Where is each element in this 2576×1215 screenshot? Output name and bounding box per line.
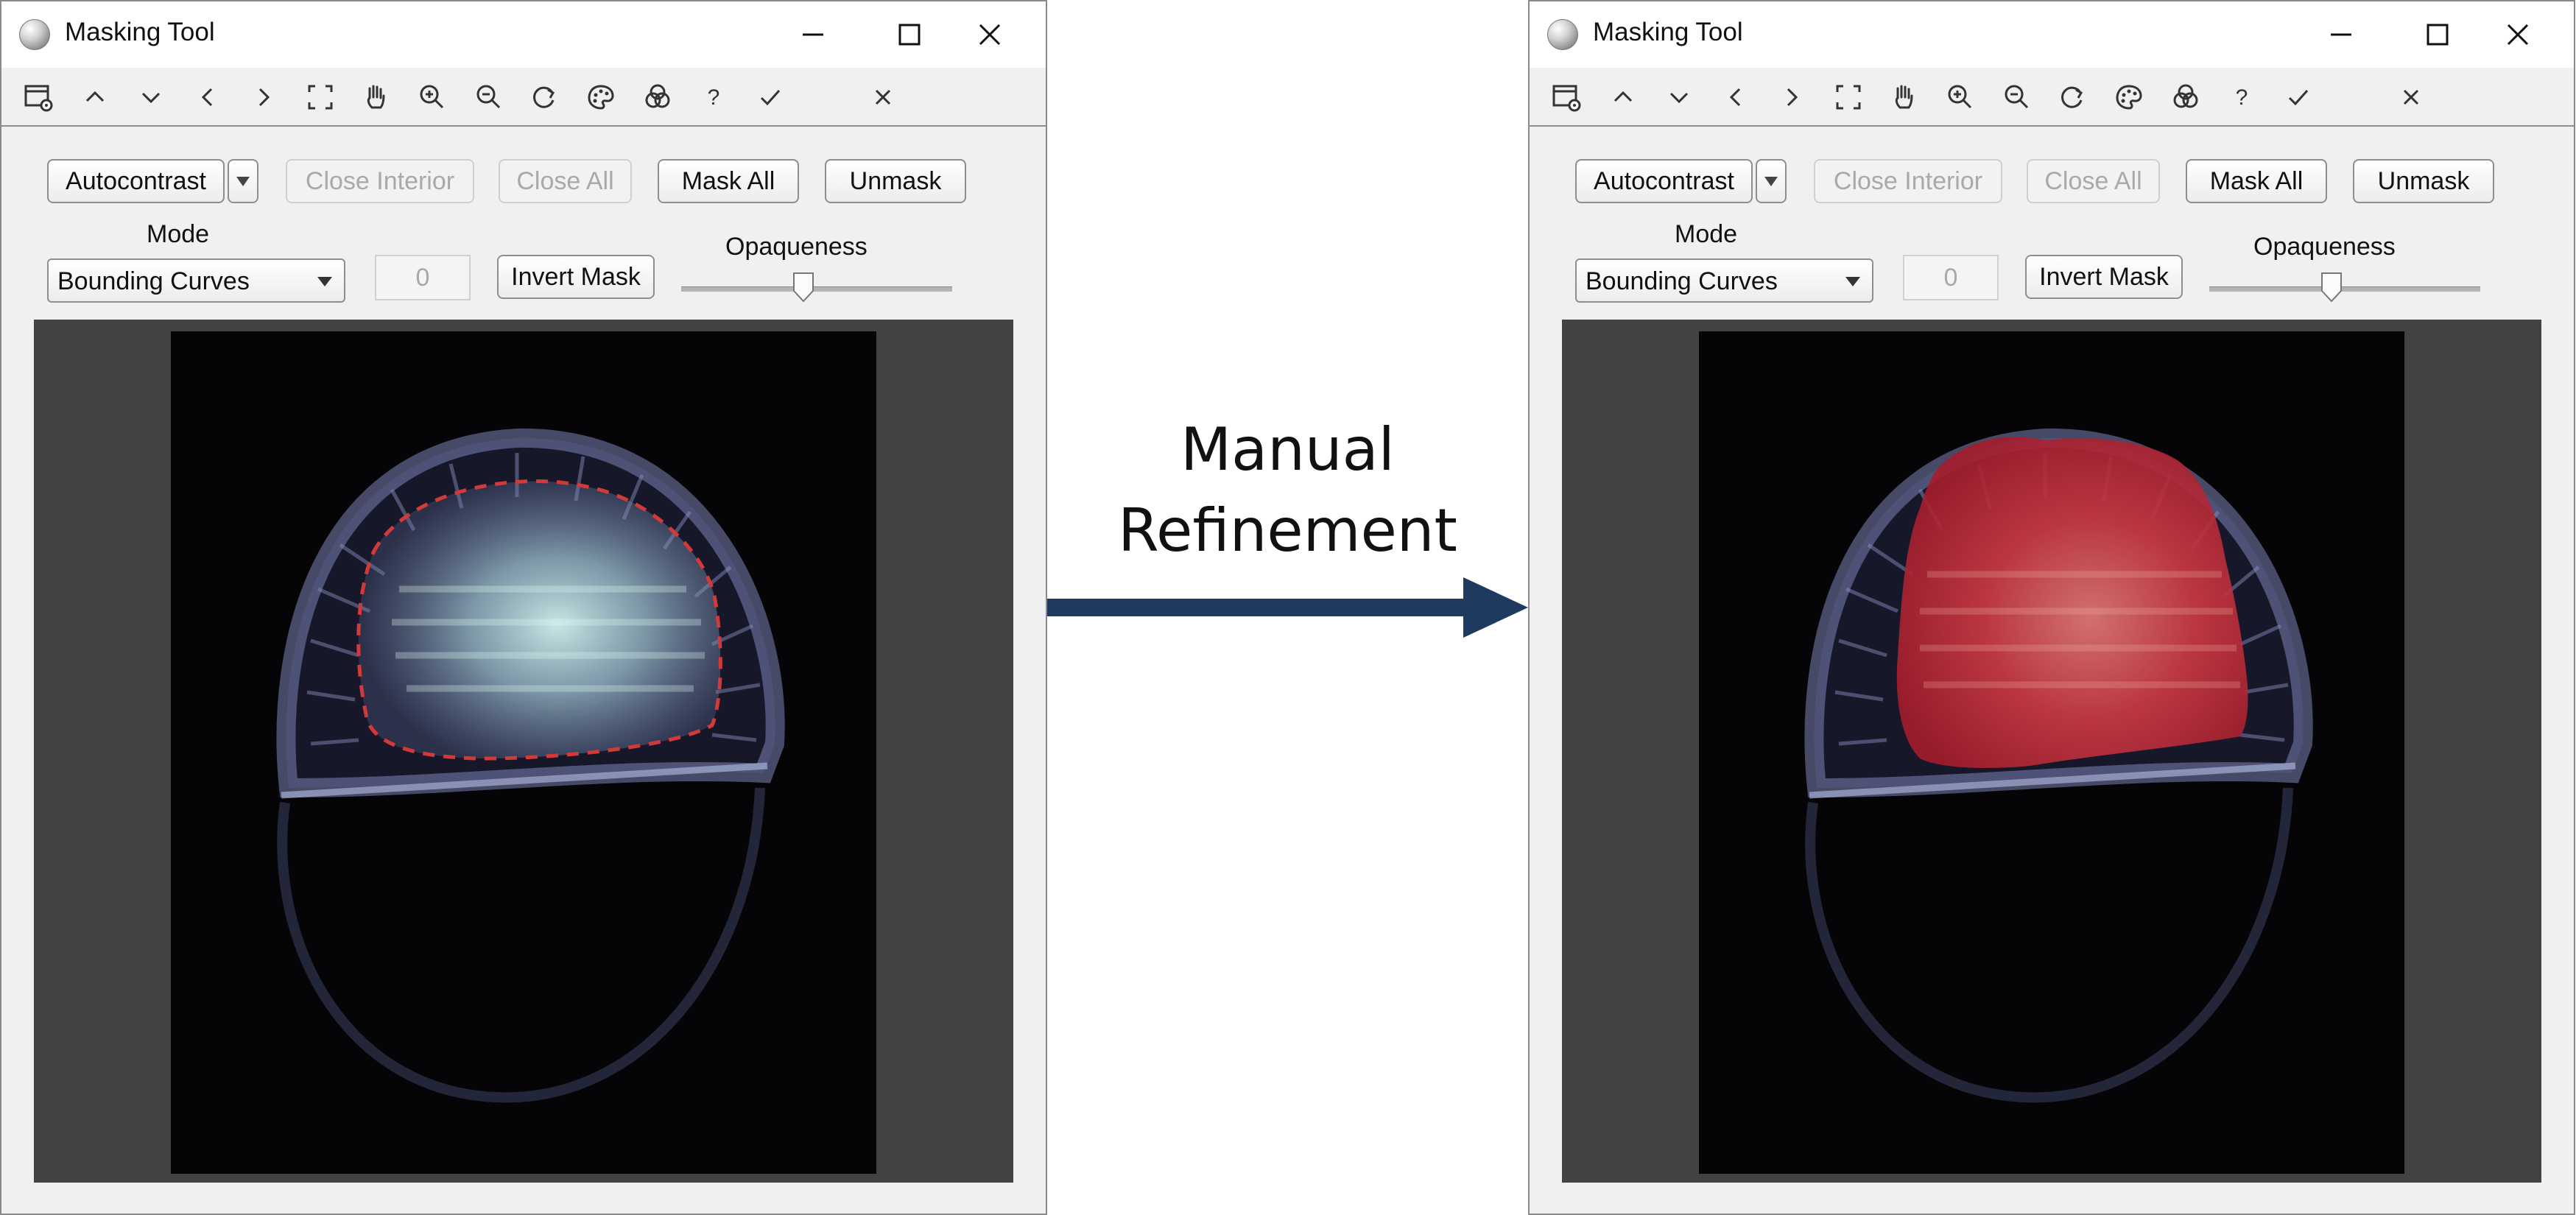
opaqueness-slider-track[interactable]	[2209, 286, 2480, 292]
channels-icon[interactable]	[2167, 78, 2205, 116]
chevron-left-icon[interactable]	[1717, 78, 1755, 116]
opaqueness-label: Opaqueness	[2253, 233, 2396, 261]
fit-to-window-icon[interactable]	[301, 78, 339, 116]
arrow-shaft	[1047, 599, 1463, 616]
unmask-button[interactable]: Unmask	[825, 159, 966, 203]
autocontrast-dropdown-button[interactable]	[228, 159, 258, 203]
annotation-line-2: Refinement	[1118, 496, 1457, 565]
pan-hand-icon[interactable]	[357, 78, 395, 116]
masking-tool-window-before: Masking Tool ? Autocontrast Close Interi…	[0, 0, 1047, 1215]
close-all-button[interactable]: Close All	[499, 159, 632, 203]
zoom-out-icon[interactable]	[1998, 78, 2036, 116]
zoom-in-icon[interactable]	[1941, 78, 1979, 116]
reset-rotate-icon[interactable]	[526, 78, 564, 116]
help-icon[interactable]: ?	[2223, 78, 2261, 116]
autocontrast-button[interactable]: Autocontrast	[1575, 159, 1753, 203]
reset-rotate-icon[interactable]	[2054, 78, 2092, 116]
mode-label: Mode	[147, 220, 210, 248]
cell-lower-outline	[1805, 787, 2293, 1103]
unmask-button[interactable]: Unmask	[2353, 159, 2494, 203]
title-bar: Masking Tool	[1530, 1, 2574, 68]
arrow-head	[1463, 577, 1528, 638]
colormap-palette-icon[interactable]	[582, 78, 620, 116]
toolbar: ?	[1530, 68, 2574, 127]
window-title: Masking Tool	[1593, 18, 1743, 46]
mask-all-button[interactable]: Mask All	[2186, 159, 2327, 203]
colormap-palette-icon[interactable]	[2110, 78, 2148, 116]
chevron-down-icon	[1845, 277, 1860, 286]
annotation-line-1: Manual	[1180, 415, 1395, 484]
minimize-icon[interactable]	[2318, 12, 2365, 57]
chevron-right-icon[interactable]	[244, 78, 283, 116]
opaqueness-slider-thumb[interactable]	[2320, 272, 2343, 303]
close-interior-button[interactable]: Close Interior	[1814, 159, 2002, 203]
image-canvas[interactable]	[34, 320, 1013, 1183]
svg-text:?: ?	[2236, 85, 2248, 110]
vertical-scrollbar[interactable]	[2541, 320, 2574, 1183]
cancel-close-icon[interactable]	[2392, 78, 2430, 116]
invert-mask-button[interactable]: Invert Mask	[2025, 255, 2183, 299]
close-window-icon[interactable]	[966, 12, 1013, 57]
autocontrast-dropdown-button[interactable]	[1756, 159, 1787, 203]
window-gear-icon[interactable]	[1547, 78, 1586, 116]
maximize-icon[interactable]	[885, 12, 932, 57]
window-gear-icon[interactable]	[19, 78, 57, 116]
mode-label: Mode	[1675, 220, 1738, 248]
invert-mask-button[interactable]: Invert Mask	[497, 255, 655, 299]
chevron-down-icon	[317, 277, 332, 286]
channels-icon[interactable]	[638, 78, 677, 116]
chevron-down-icon[interactable]	[132, 78, 170, 116]
mask-region	[1896, 437, 2248, 768]
mask-all-button[interactable]: Mask All	[658, 159, 799, 203]
chevron-down-icon[interactable]	[1660, 78, 1698, 116]
svg-text:?: ?	[708, 85, 720, 110]
refinement-arrow	[1047, 577, 1528, 638]
number-field[interactable]: 0	[375, 255, 471, 300]
app-icon	[1547, 19, 1578, 50]
masking-tool-window-after: Masking Tool ? Autocontrast Close Interi…	[1528, 0, 2575, 1215]
cancel-close-icon[interactable]	[864, 78, 902, 116]
app-icon	[19, 19, 50, 50]
accept-check-icon[interactable]	[2279, 78, 2318, 116]
toolbar: ?	[1, 68, 1046, 127]
chevron-right-icon[interactable]	[1773, 78, 1811, 116]
title-bar: Masking Tool	[1, 1, 1046, 68]
micrograph-image	[171, 331, 876, 1174]
opaqueness-label: Opaqueness	[725, 233, 868, 261]
pan-hand-icon[interactable]	[1885, 78, 1924, 116]
zoom-in-icon[interactable]	[413, 78, 451, 116]
mode-select[interactable]: Bounding Curves	[47, 258, 345, 303]
chevron-left-icon[interactable]	[189, 78, 227, 116]
vertical-scrollbar[interactable]	[1013, 320, 1046, 1183]
minimize-icon[interactable]	[789, 12, 837, 57]
accept-check-icon[interactable]	[751, 78, 789, 116]
maximize-icon[interactable]	[2413, 12, 2460, 57]
zoom-out-icon[interactable]	[470, 78, 508, 116]
close-all-button[interactable]: Close All	[2027, 159, 2160, 203]
opaqueness-slider-track[interactable]	[681, 286, 952, 292]
close-interior-button[interactable]: Close Interior	[286, 159, 474, 203]
mode-select[interactable]: Bounding Curves	[1575, 258, 1873, 303]
image-canvas[interactable]	[1562, 320, 2541, 1183]
mode-select-value: Bounding Curves	[57, 267, 250, 295]
chevron-up-icon[interactable]	[1604, 78, 1642, 116]
chevron-up-icon[interactable]	[76, 78, 114, 116]
micrograph-image	[1699, 331, 2404, 1174]
close-window-icon[interactable]	[2494, 12, 2541, 57]
autocontrast-button[interactable]: Autocontrast	[47, 159, 225, 203]
number-field[interactable]: 0	[1903, 255, 1999, 300]
cell-lower-outline	[277, 787, 765, 1103]
fit-to-window-icon[interactable]	[1829, 78, 1868, 116]
mode-select-value: Bounding Curves	[1586, 267, 1778, 295]
help-icon[interactable]: ?	[694, 78, 733, 116]
window-title: Masking Tool	[65, 18, 215, 46]
opaqueness-slider-thumb[interactable]	[792, 272, 814, 303]
